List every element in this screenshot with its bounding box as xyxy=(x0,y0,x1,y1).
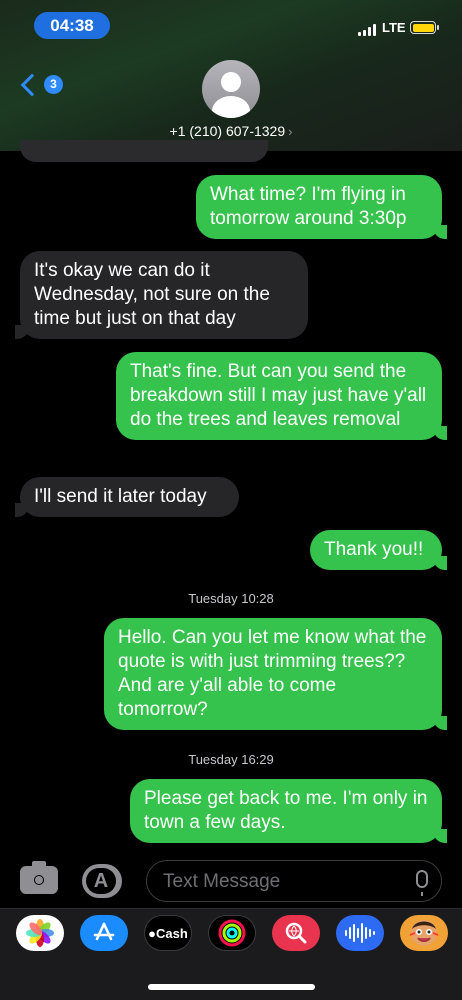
chevron-right-icon: › xyxy=(288,124,293,139)
message-bubble[interactable]: What time? I'm flying in tomorrow around… xyxy=(196,175,447,239)
back-button[interactable]: 3 xyxy=(18,73,63,96)
contact-number: +1 (210) 607-1329 xyxy=(169,123,286,139)
cash-label: Cash xyxy=(156,925,188,941)
timestamp: Tuesday 10:28 xyxy=(188,591,274,606)
conversation-header: 04:38 LTE 3 +1 (210) 607-1329 › xyxy=(0,0,462,151)
microphone-icon[interactable] xyxy=(416,870,428,896)
message-bubble[interactable]: I'll send it later today xyxy=(15,477,239,517)
chevron-left-icon xyxy=(20,73,44,96)
message-bubble[interactable]: That's fine. But can you send the breakd… xyxy=(116,352,447,440)
app-store-icon[interactable] xyxy=(80,915,128,951)
web-search-icon[interactable] xyxy=(272,915,320,951)
message-placeholder: Text Message xyxy=(163,871,281,892)
battery-icon xyxy=(410,21,439,34)
signal-icon xyxy=(358,24,376,36)
avatar[interactable] xyxy=(202,60,260,118)
camera-icon xyxy=(31,872,47,888)
status-time: 04:38 xyxy=(34,12,110,39)
contact-name[interactable]: +1 (210) 607-1329 › xyxy=(0,123,462,139)
unread-badge: 3 xyxy=(44,75,63,94)
app-store-icon: A xyxy=(86,868,116,894)
message-bubble[interactable]: It's okay we can do it Wednesday, not su… xyxy=(15,251,308,339)
partial-message-bubble xyxy=(20,140,268,162)
camera-button[interactable] xyxy=(20,861,58,894)
home-indicator[interactable] xyxy=(148,984,315,990)
message-bubble[interactable]: Please get back to me. I'm only in town … xyxy=(130,779,447,843)
audio-message-icon[interactable] xyxy=(336,915,384,951)
photos-app-icon[interactable] xyxy=(16,915,64,951)
apple-cash-icon[interactable]: ● Cash xyxy=(144,915,192,951)
app-store-button[interactable]: A xyxy=(82,864,122,898)
message-input[interactable]: Text Message xyxy=(146,860,442,902)
message-bubble[interactable]: Hello. Can you let me know what the quot… xyxy=(104,618,447,730)
message-bubble[interactable]: Thank you!! xyxy=(310,530,447,570)
apple-logo-icon: ● xyxy=(148,925,157,941)
memoji-icon[interactable] xyxy=(400,915,448,951)
activity-icon[interactable] xyxy=(208,915,256,951)
timestamp: Tuesday 16:29 xyxy=(188,752,274,767)
network-label: LTE xyxy=(382,20,406,35)
